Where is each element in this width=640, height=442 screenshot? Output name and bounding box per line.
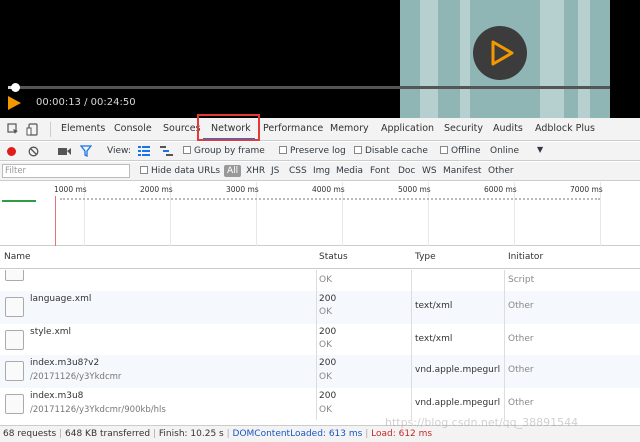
filter-input[interactable]: Filter — [2, 164, 130, 178]
timeline-tick: 1000 ms — [54, 185, 87, 194]
timeline-request-bar — [2, 200, 36, 202]
timeline-tick: 5000 ms — [398, 185, 431, 194]
camera-icon[interactable] — [58, 146, 71, 157]
filter-type-img[interactable]: Img — [313, 166, 330, 176]
throttling-select[interactable]: Online — [490, 146, 519, 156]
filter-type-xhr[interactable]: XHR — [246, 166, 265, 176]
file-icon — [5, 394, 24, 414]
video-frame — [400, 0, 610, 118]
large-rows-icon[interactable] — [138, 146, 150, 156]
filter-type-ws[interactable]: WS — [422, 166, 437, 176]
filter-type-font[interactable]: Font — [370, 166, 390, 176]
file-icon — [5, 330, 24, 350]
column-initiator[interactable]: Initiator — [508, 252, 543, 262]
table-row[interactable]: language.xml 200 OK text/xml Other — [0, 291, 640, 324]
table-row[interactable]: OK x-shockwave-flash Script — [0, 270, 640, 292]
highlight-box — [197, 114, 260, 141]
device-toolbar-icon[interactable] — [26, 123, 39, 136]
waterfall-icon[interactable] — [160, 146, 173, 156]
network-toolbar: View: Group by frame Preserve log Disabl… — [0, 142, 640, 161]
request-count: 68 requests — [3, 429, 57, 439]
tab-console[interactable]: Console — [114, 123, 152, 134]
tab-sources[interactable]: Sources — [163, 123, 201, 134]
filter-icon[interactable] — [80, 145, 92, 157]
filter-type-other[interactable]: Other — [488, 166, 514, 176]
video-player[interactable]: 00:00:13 / 00:24:50 — [0, 0, 640, 118]
column-status[interactable]: Status — [319, 252, 348, 262]
play-icon — [491, 40, 514, 66]
file-icon — [5, 361, 24, 381]
column-name[interactable]: Name — [4, 252, 31, 262]
file-icon — [5, 297, 24, 317]
filter-type-all[interactable]: All — [224, 165, 242, 177]
timeline-tick: 7000 ms — [570, 185, 603, 194]
tab-performance[interactable]: Performance — [263, 123, 323, 134]
load-time: Load: 612 ms — [371, 429, 433, 439]
tab-audits[interactable]: Audits — [493, 123, 523, 134]
timeline-tick: 4000 ms — [312, 185, 345, 194]
clear-icon[interactable] — [28, 146, 39, 157]
filter-type-media[interactable]: Media — [336, 166, 363, 176]
inspect-element-icon[interactable] — [7, 123, 19, 135]
chevron-down-icon[interactable]: ▼ — [537, 145, 543, 154]
tab-elements[interactable]: Elements — [61, 123, 105, 134]
seek-bar-handle[interactable] — [10, 83, 20, 92]
timeline-tick: 6000 ms — [484, 185, 517, 194]
request-table: OK x-shockwave-flash Script language.xml… — [0, 270, 640, 420]
dom-content-loaded-time: DOMContentLoaded: 613 ms — [232, 429, 363, 439]
disable-cache-checkbox[interactable]: Disable cache — [354, 146, 428, 156]
column-type[interactable]: Type — [415, 252, 436, 262]
filter-type-doc[interactable]: Doc — [398, 166, 415, 176]
tab-application[interactable]: Application — [381, 123, 434, 134]
hide-data-urls-checkbox[interactable]: Hide data URLs — [140, 166, 220, 176]
seek-bar[interactable] — [8, 83, 610, 92]
timeline-overview[interactable]: 1000 ms 2000 ms 3000 ms 4000 ms 5000 ms … — [0, 182, 640, 246]
filter-type-css[interactable]: CSS — [289, 166, 307, 176]
filter-type-manifest[interactable]: Manifest — [443, 166, 481, 176]
view-label: View: — [107, 146, 131, 156]
play-icon[interactable] — [6, 95, 22, 111]
record-icon[interactable] — [6, 146, 17, 157]
timeline-tick: 2000 ms — [140, 185, 173, 194]
load-event-line — [55, 196, 56, 246]
request-table-header: Name Status Type Initiator — [0, 246, 640, 269]
group-by-frame-checkbox[interactable]: Group by frame — [183, 146, 265, 156]
finish-time: Finish: 10.25 s — [158, 429, 224, 439]
file-icon — [5, 270, 24, 281]
tab-memory[interactable]: Memory — [330, 123, 369, 134]
table-row[interactable]: index.m3u8?v2 /20171126/y3Ykdcmr 200 OK … — [0, 355, 640, 388]
offline-checkbox[interactable]: Offline — [440, 146, 481, 156]
transferred-size: 648 KB transferred — [65, 429, 151, 439]
tab-adblock-plus[interactable]: Adblock Plus — [535, 123, 595, 134]
filter-bar: Filter Hide data URLs All XHR JS CSS Img… — [0, 162, 640, 181]
table-row[interactable]: style.xml 200 OK text/xml Other — [0, 324, 640, 357]
devtools-tab-bar: Elements Console Sources Network Perform… — [0, 118, 640, 141]
time-display: 00:00:13 / 00:24:50 — [36, 97, 136, 108]
filter-type-js[interactable]: JS — [271, 166, 279, 176]
watermark: https://blog.csdn.net/qq_38891544 — [385, 416, 579, 429]
timeline-tick: 3000 ms — [226, 185, 259, 194]
tab-security[interactable]: Security — [444, 123, 483, 134]
preserve-log-checkbox[interactable]: Preserve log — [279, 146, 346, 156]
center-play-button[interactable] — [473, 26, 527, 80]
